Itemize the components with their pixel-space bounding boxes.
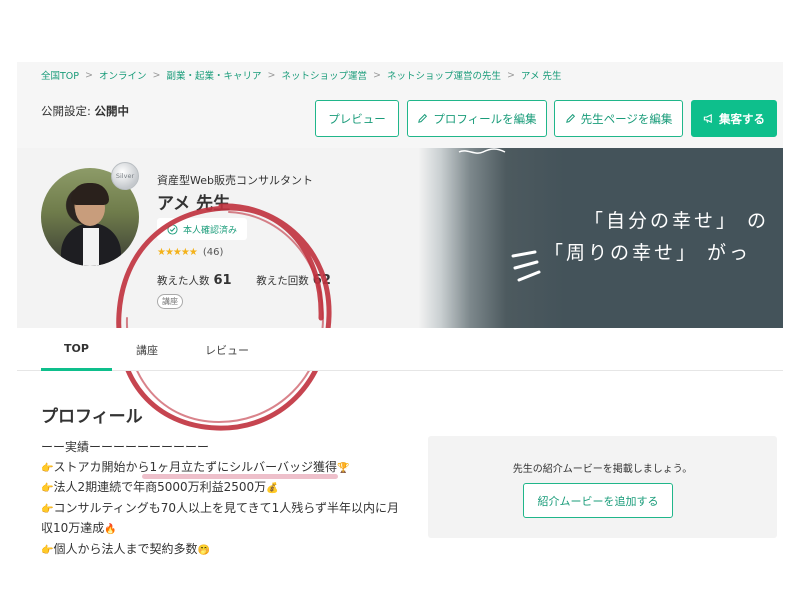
- profile-tabs: TOP 講座 レビュー: [17, 328, 783, 371]
- profile-line: 👉コンサルティングも70人以上を見てきて1人残らず半年以内に月: [41, 499, 421, 520]
- profile-line: ーー実績ーーーーーーーーーー: [41, 438, 421, 458]
- teacher-title: 資産型Web販売コンサルタント: [157, 174, 313, 187]
- profile-line-text: ストアカ開始から1ヶ月立たずにシルバーバッジ獲得: [53, 459, 337, 474]
- tab-reviews[interactable]: レビュー: [187, 328, 267, 371]
- promote-label: 集客する: [719, 111, 765, 126]
- edit-teacher-page-button[interactable]: 先生ページを編集: [554, 100, 683, 137]
- profile-line-text: ーー実績ーーーーーーーーーー: [41, 440, 210, 454]
- teacher-hero: 「自分の幸せ」 の 「周りの幸せ」 がっ Silver 資産型Web販売コンサル…: [17, 148, 783, 431]
- trophy-icon: 🏆: [336, 462, 350, 474]
- lessons-label: 教えた回数: [256, 275, 309, 287]
- profile-line: 👉法人2期連続で年商5000万利益2500万💰: [41, 478, 421, 499]
- page-frame: 全国TOP > オンライン > 副業・起業・キャリア > ネットショップ運営 > ネット…: [17, 62, 783, 590]
- breadcrumb-separator: >: [372, 69, 381, 81]
- profile-line: 👉個人から法人まで契約多数🤭: [41, 540, 421, 561]
- pointing-hand-icon: 👉: [41, 503, 54, 515]
- check-circle-icon: [167, 223, 178, 235]
- teacher-name: アメ 先生: [157, 194, 231, 214]
- promote-button[interactable]: 集客する: [691, 100, 777, 137]
- breadcrumb-item-online[interactable]: オンライン: [99, 68, 147, 82]
- profile-body: ーー実績ーーーーーーーーーー 👉ストアカ開始から1ヶ月立たずにシルバーバッジ獲得…: [41, 438, 421, 560]
- edit-teacher-page-label: 先生ページを編集: [580, 111, 673, 126]
- tab-courses-label: 講座: [136, 343, 158, 357]
- rating[interactable]: ★★★★★ (46): [157, 247, 223, 258]
- breadcrumb-item-top[interactable]: 全国TOP: [41, 68, 79, 82]
- add-intro-movie-label: 紹介ムービーを追加する: [537, 494, 659, 508]
- cover-text-line-2: 「周りの幸せ」 がっ: [544, 242, 752, 264]
- avatar-shirt: [83, 228, 99, 266]
- intro-movie-panel: 先生の紹介ムービーを掲載しましょう。 紹介ムービーを追加する: [428, 436, 777, 538]
- pointing-hand-icon: 👉: [41, 462, 54, 474]
- silver-badge-label: Silver: [115, 172, 135, 180]
- profile-line-text: 個人から法人まで契約多数: [53, 541, 198, 556]
- students-label: 教えた人数: [157, 275, 210, 287]
- pointing-hand-icon: 👉: [41, 544, 54, 556]
- profile-toolbar: 公開設定: 公開中 プレビュー プロフィールを編集 先生ページを編集 集客する: [17, 88, 783, 148]
- cover-text-line-1: 「自分の幸せ」 の: [584, 210, 770, 232]
- avatar-hair: [71, 183, 109, 205]
- tab-courses[interactable]: 講座: [117, 328, 177, 371]
- review-count: (46): [202, 247, 224, 258]
- profile-line: 👉ストアカ開始から1ヶ月立たずにシルバーバッジ獲得🏆: [41, 458, 421, 479]
- money-bag-icon: 💰: [266, 483, 279, 494]
- profile-line: 収10万達成🔥: [41, 519, 421, 540]
- cover-sparkle-strokes: [511, 250, 541, 282]
- breadcrumb-item-teachers[interactable]: ネットショップ運営の先生: [387, 68, 501, 82]
- pointing-hand-icon: 👉: [41, 483, 54, 494]
- breadcrumb-item-category[interactable]: 副業・起業・キャリア: [166, 68, 261, 82]
- silver-badge-icon: Silver: [111, 162, 139, 190]
- fire-icon: 🔥: [104, 524, 117, 535]
- breadcrumb-item-current[interactable]: アメ 先生: [521, 68, 562, 82]
- profile-heading: プロフィール: [41, 407, 143, 427]
- edit-profile-button[interactable]: プロフィールを編集: [407, 100, 547, 137]
- teacher-stats: 教えた人数 61 教えた回数 62: [157, 273, 331, 288]
- star-rating-icon: ★★★★★: [157, 247, 198, 258]
- cover-image: 「自分の幸せ」 の 「周りの幸せ」 がっ: [419, 148, 783, 328]
- profile-line-text: 法人2期連続で年商5000万利益2500万: [53, 480, 267, 494]
- verified-badge: 本人確認済み: [157, 218, 248, 240]
- megaphone-icon: [703, 113, 712, 124]
- publish-status-label: 公開設定:: [41, 104, 95, 118]
- pencil-icon: [565, 113, 575, 123]
- profile-line-text: 収10万達成: [41, 521, 105, 535]
- face-hand-over-mouth-icon: 🤭: [197, 544, 210, 556]
- tab-top-label: TOP: [64, 341, 89, 355]
- publish-status-value: 公開中: [94, 104, 130, 118]
- profile-line-text: コンサルティングも70人以上を見てきて1人残らず半年以内に月: [53, 500, 400, 515]
- breadcrumb-separator: >: [85, 69, 93, 81]
- preview-button-label: プレビュー: [328, 111, 386, 126]
- tab-top[interactable]: TOP: [41, 328, 112, 371]
- breadcrumb-item-subcategory[interactable]: ネットショップ運営: [281, 68, 367, 82]
- cover-swirl-decoration: [458, 148, 506, 154]
- breadcrumb-separator: >: [506, 69, 515, 81]
- tab-reviews-label: レビュー: [205, 343, 249, 357]
- category-tag[interactable]: 講座: [157, 294, 183, 309]
- breadcrumb: 全国TOP > オンライン > 副業・起業・キャリア > ネットショップ運営 > ネット…: [17, 62, 783, 88]
- publish-status: 公開設定: 公開中: [41, 103, 129, 119]
- students-value: 61: [213, 273, 232, 288]
- breadcrumb-separator: >: [267, 69, 276, 81]
- breadcrumb-separator: >: [152, 69, 161, 81]
- verified-label: 本人確認済み: [183, 225, 238, 236]
- add-intro-movie-button[interactable]: 紹介ムービーを追加する: [523, 483, 673, 518]
- intro-movie-prompt: 先生の紹介ムービーを掲載しましょう。: [512, 464, 693, 475]
- preview-button[interactable]: プレビュー: [315, 100, 399, 137]
- edit-profile-label: プロフィールを編集: [433, 111, 537, 126]
- pencil-icon: [418, 113, 428, 123]
- lessons-value: 62: [312, 273, 331, 288]
